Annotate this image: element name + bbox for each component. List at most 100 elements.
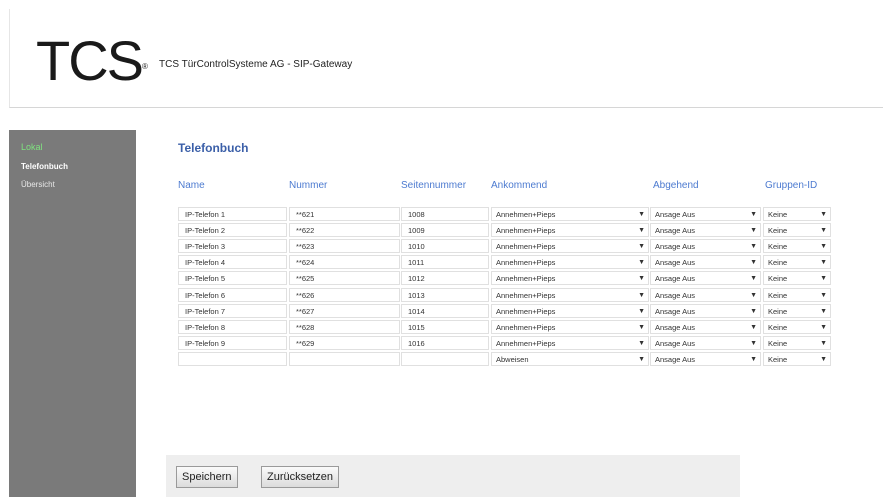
seitennummer-field[interactable]: 1015: [401, 319, 489, 334]
name-field[interactable]: IP-Telefon 9: [178, 335, 287, 350]
nummer-field[interactable]: **625: [289, 271, 400, 286]
chevron-down-icon[interactable]: ▼: [638, 305, 645, 318]
gruppen-id-select[interactable]: Keine ▼: [763, 303, 831, 318]
chevron-down-icon[interactable]: ▼: [750, 272, 757, 285]
chevron-down-icon[interactable]: ▼: [820, 305, 827, 318]
nummer-field-value: **626: [296, 290, 315, 300]
nummer-field[interactable]: **628: [289, 319, 400, 334]
chevron-down-icon[interactable]: ▼: [638, 256, 645, 269]
ankommend-select[interactable]: Abweisen ▼: [491, 351, 649, 366]
ankommend-select[interactable]: Annehmen+Pieps ▼: [491, 239, 649, 254]
chevron-down-icon[interactable]: ▼: [638, 240, 645, 253]
seitennummer-field[interactable]: [401, 351, 489, 366]
name-field[interactable]: IP-Telefon 3: [178, 239, 287, 254]
sidebar-item-telefonbuch[interactable]: Telefonbuch: [21, 162, 68, 171]
nummer-field[interactable]: **627: [289, 303, 400, 318]
chevron-down-icon[interactable]: ▼: [638, 224, 645, 237]
abgehend-select-value: Ansage Aus: [655, 290, 696, 300]
chevron-down-icon[interactable]: ▼: [750, 256, 757, 269]
chevron-down-icon[interactable]: ▼: [820, 337, 827, 350]
ankommend-select[interactable]: Annehmen+Pieps ▼: [491, 303, 649, 318]
name-field[interactable]: IP-Telefon 1: [178, 207, 287, 221]
abgehend-select[interactable]: Ansage Aus ▼: [650, 271, 761, 286]
seitennummer-field[interactable]: 1016: [401, 335, 489, 350]
abgehend-select-value: Ansage Aus: [655, 322, 696, 332]
abgehend-select[interactable]: Ansage Aus ▼: [650, 303, 761, 318]
nummer-field[interactable]: **624: [289, 255, 400, 270]
chevron-down-icon[interactable]: ▼: [750, 224, 757, 237]
gruppen-id-select[interactable]: Keine ▼: [763, 255, 831, 270]
gruppen-id-select[interactable]: Keine ▼: [763, 207, 831, 221]
chevron-down-icon[interactable]: ▼: [750, 337, 757, 350]
ankommend-select[interactable]: Annehmen+Pieps ▼: [491, 255, 649, 270]
chevron-down-icon[interactable]: ▼: [638, 353, 645, 366]
abgehend-select[interactable]: Ansage Aus ▼: [650, 351, 761, 366]
chevron-down-icon[interactable]: ▼: [820, 272, 827, 285]
gruppen-id-select[interactable]: Keine ▼: [763, 271, 831, 286]
nummer-field[interactable]: **622: [289, 223, 400, 238]
abgehend-select[interactable]: Ansage Aus ▼: [650, 335, 761, 350]
name-field[interactable]: IP-Telefon 5: [178, 271, 287, 286]
chevron-down-icon[interactable]: ▼: [750, 208, 757, 221]
sidebar-item-lokal[interactable]: Lokal: [21, 142, 43, 152]
chevron-down-icon[interactable]: ▼: [750, 289, 757, 302]
chevron-down-icon[interactable]: ▼: [638, 272, 645, 285]
nummer-field[interactable]: **626: [289, 287, 400, 302]
ankommend-select[interactable]: Annehmen+Pieps ▼: [491, 335, 649, 350]
chevron-down-icon[interactable]: ▼: [750, 240, 757, 253]
nummer-field[interactable]: [289, 351, 400, 366]
chevron-down-icon[interactable]: ▼: [638, 321, 645, 334]
ankommend-select[interactable]: Annehmen+Pieps ▼: [491, 271, 649, 286]
chevron-down-icon[interactable]: ▼: [820, 224, 827, 237]
name-field[interactable]: IP-Telefon 4: [178, 255, 287, 270]
chevron-down-icon[interactable]: ▼: [638, 289, 645, 302]
seitennummer-field[interactable]: 1010: [401, 239, 489, 254]
gruppen-id-select[interactable]: Keine ▼: [763, 351, 831, 366]
chevron-down-icon[interactable]: ▼: [820, 240, 827, 253]
chevron-down-icon[interactable]: ▼: [820, 289, 827, 302]
seitennummer-field[interactable]: 1009: [401, 223, 489, 238]
name-field[interactable]: IP-Telefon 2: [178, 223, 287, 238]
sidebar-item-uebersicht[interactable]: Übersicht: [21, 180, 55, 189]
chevron-down-icon[interactable]: ▼: [750, 321, 757, 334]
seitennummer-field-value: 1016: [408, 338, 425, 348]
chevron-down-icon[interactable]: ▼: [820, 321, 827, 334]
chevron-down-icon[interactable]: ▼: [820, 208, 827, 221]
nummer-field[interactable]: **621: [289, 207, 400, 221]
reset-button[interactable]: Zurücksetzen: [261, 466, 340, 488]
abgehend-select[interactable]: Ansage Aus ▼: [650, 239, 761, 254]
ankommend-select-value: Abweisen: [496, 354, 529, 364]
seitennummer-field[interactable]: 1011: [401, 255, 489, 270]
gruppen-id-select[interactable]: Keine ▼: [763, 319, 831, 334]
seitennummer-field[interactable]: 1008: [401, 207, 489, 221]
name-field[interactable]: IP-Telefon 7: [178, 303, 287, 318]
chevron-down-icon[interactable]: ▼: [750, 353, 757, 366]
ankommend-select[interactable]: Annehmen+Pieps ▼: [491, 223, 649, 238]
abgehend-select[interactable]: Ansage Aus ▼: [650, 287, 761, 302]
chevron-down-icon[interactable]: ▼: [750, 305, 757, 318]
chevron-down-icon[interactable]: ▼: [820, 353, 827, 366]
gruppen-id-select[interactable]: Keine ▼: [763, 287, 831, 302]
nummer-field[interactable]: **629: [289, 335, 400, 350]
abgehend-select[interactable]: Ansage Aus ▼: [650, 207, 761, 221]
nummer-field[interactable]: **623: [289, 239, 400, 254]
name-field[interactable]: IP-Telefon 6: [178, 287, 287, 302]
chevron-down-icon[interactable]: ▼: [638, 208, 645, 221]
name-field[interactable]: IP-Telefon 8: [178, 319, 287, 334]
abgehend-select[interactable]: Ansage Aus ▼: [650, 223, 761, 238]
abgehend-select[interactable]: Ansage Aus ▼: [650, 319, 761, 334]
gruppen-id-select[interactable]: Keine ▼: [763, 223, 831, 238]
ankommend-select[interactable]: Annehmen+Pieps ▼: [491, 319, 649, 334]
seitennummer-field[interactable]: 1014: [401, 303, 489, 318]
seitennummer-field[interactable]: 1012: [401, 271, 489, 286]
abgehend-select[interactable]: Ansage Aus ▼: [650, 255, 761, 270]
chevron-down-icon[interactable]: ▼: [638, 337, 645, 350]
ankommend-select[interactable]: Annehmen+Pieps ▼: [491, 207, 649, 221]
gruppen-id-select[interactable]: Keine ▼: [763, 335, 831, 350]
chevron-down-icon[interactable]: ▼: [820, 256, 827, 269]
ankommend-select[interactable]: Annehmen+Pieps ▼: [491, 287, 649, 302]
save-button[interactable]: Speichern: [176, 466, 238, 488]
gruppen-id-select[interactable]: Keine ▼: [763, 239, 831, 254]
name-field[interactable]: [178, 351, 287, 366]
seitennummer-field[interactable]: 1013: [401, 287, 489, 302]
